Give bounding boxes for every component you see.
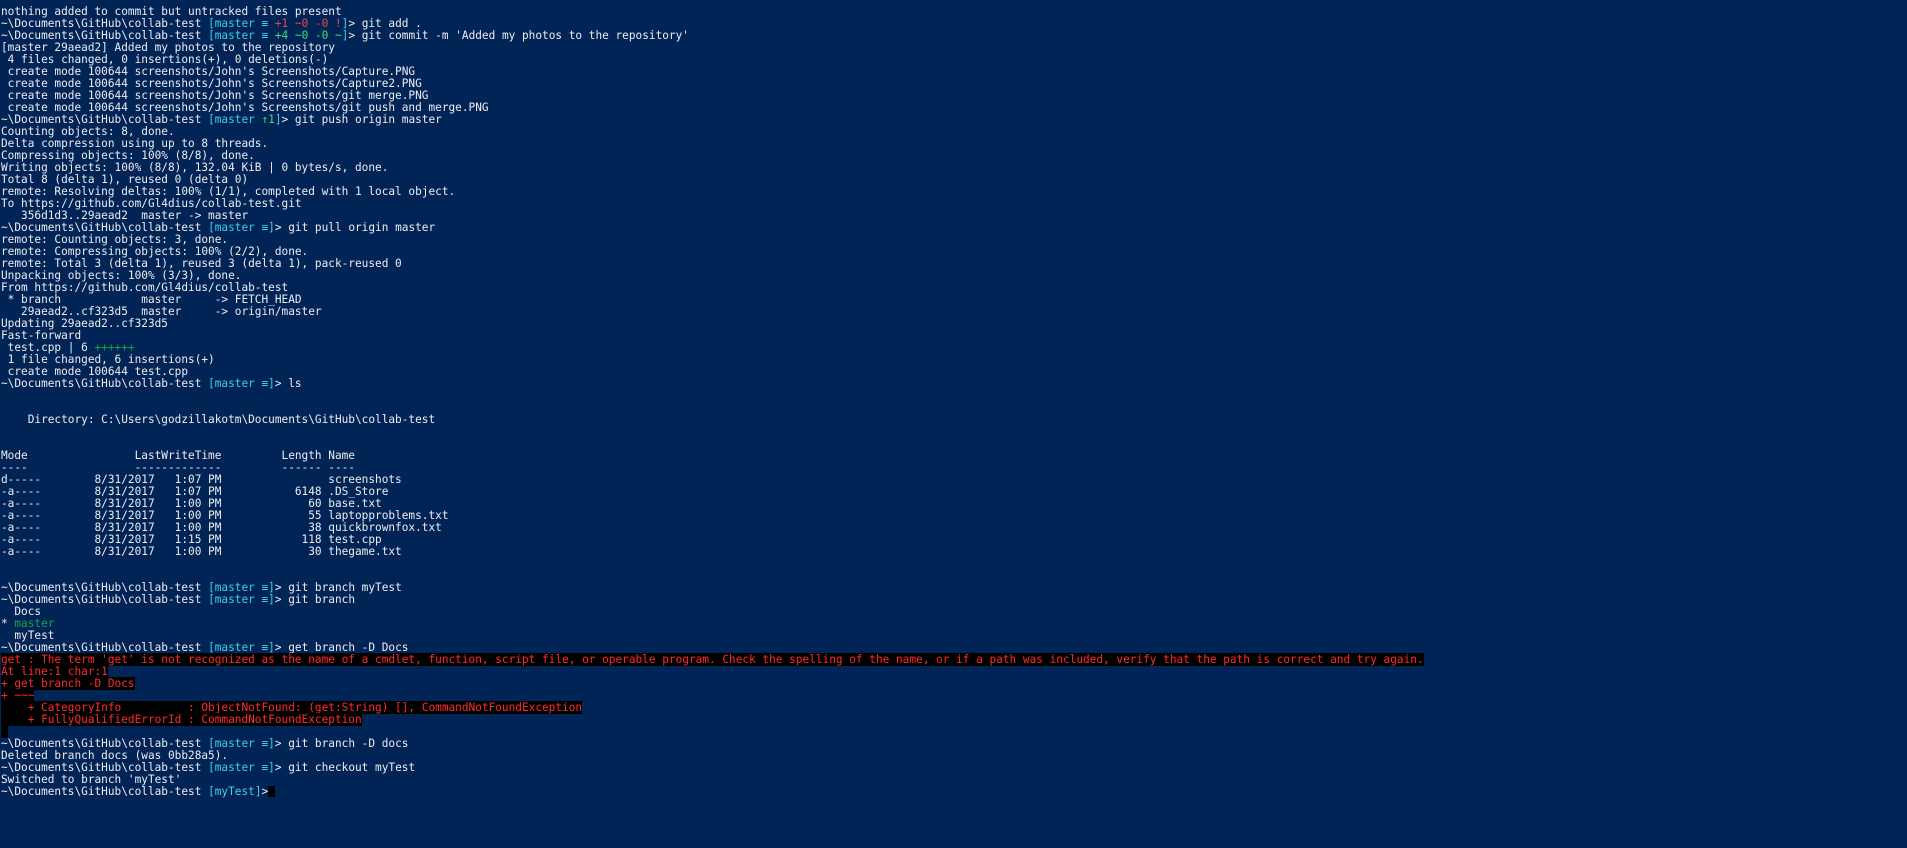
terminal-text: ~\Documents\GitHub\collab-test — [1, 785, 209, 798]
terminal-line: test.cpp | 6 ++++++ — [0, 342, 1907, 354]
error-text: get : The term 'get' is not recognized a… — [1, 653, 1424, 666]
terminal-line: 29aead2..cf323d5 master -> origin/master — [0, 306, 1907, 318]
terminal-line: Delta compression using up to 8 threads. — [0, 138, 1907, 150]
terminal-line: Switched to branch 'myTest' — [0, 774, 1907, 786]
terminal-text: Directory: C:\Users\godzillakotm\Documen… — [1, 413, 436, 426]
terminal-line: ~\Documents\GitHub\collab-test [master ≡… — [0, 762, 1907, 774]
terminal-line: At line:1 char:1 — [0, 665, 1907, 678]
terminal-text: > git push origin master — [281, 113, 442, 126]
terminal-text: > — [261, 785, 269, 798]
terminal-line: ~\Documents\GitHub\collab-test [master ≡… — [0, 222, 1907, 234]
text-cursor — [268, 786, 276, 797]
terminal-text: [myTest] — [208, 785, 262, 798]
terminal-text: -a---- 8/31/2017 1:00 PM 30 thegame.txt — [1, 545, 402, 558]
terminal-text: ~\Documents\GitHub\collab-test — [1, 377, 209, 390]
terminal-text: [master ≡] — [208, 761, 275, 774]
terminal-text: > git branch -D docs — [274, 737, 409, 750]
terminal-text: > git branch — [274, 593, 356, 606]
terminal-line: Directory: C:\Users\godzillakotm\Documen… — [0, 414, 1907, 426]
terminal-line: To https://github.com/Gl4dius/collab-tes… — [0, 198, 1907, 210]
terminal-line: * master — [0, 618, 1907, 630]
terminal-text: > git pull origin master — [274, 221, 436, 234]
terminal-text: > git commit -m 'Added my photos to the … — [348, 29, 689, 42]
terminal-line: + FullyQualifiedErrorId : CommandNotFoun… — [0, 713, 1907, 726]
terminal-text: ↑1 — [261, 113, 275, 126]
terminal-line: ~\Documents\GitHub\collab-test [master ↑… — [0, 114, 1907, 126]
terminal-line: ~\Documents\GitHub\collab-test [master ≡… — [0, 378, 1907, 390]
error-text: + FullyQualifiedErrorId : CommandNotFoun… — [1, 713, 362, 726]
terminal-line: get : The term 'get' is not recognized a… — [0, 653, 1907, 666]
terminal-line: Updating 29aead2..cf323d5 — [0, 318, 1907, 330]
terminal-line: Docs — [0, 606, 1907, 618]
terminal-line: -a---- 8/31/2017 1:00 PM 30 thegame.txt — [0, 546, 1907, 558]
terminal-line: Writing objects: 100% (8/8), 132.04 KiB … — [0, 162, 1907, 174]
terminal-text: ] — [274, 113, 282, 126]
terminal-line: ~\Documents\GitHub\collab-test [master ≡… — [0, 594, 1907, 606]
terminal-line: + get branch -D Docs — [0, 677, 1907, 690]
terminal-window[interactable]: nothing added to commit but untracked fi… — [0, 0, 1907, 848]
terminal-line: Counting objects: 8, done. — [0, 126, 1907, 138]
terminal-line: Fast-forward — [0, 330, 1907, 342]
terminal-text: [master ≡] — [208, 593, 275, 606]
terminal-text: > git checkout myTest — [274, 761, 416, 774]
terminal-text: [master ≡] — [208, 377, 275, 390]
terminal-line: remote: Total 3 (delta 1), reused 3 (del… — [0, 258, 1907, 270]
terminal-line: ~\Documents\GitHub\collab-test [master ≡… — [0, 738, 1907, 750]
terminal-line: 1 file changed, 6 insertions(+) — [0, 354, 1907, 366]
terminal-text: [master — [208, 113, 262, 126]
terminal-text: > ls — [274, 377, 302, 390]
terminal-line: ~\Documents\GitHub\collab-test [myTest]> — [0, 786, 1907, 798]
